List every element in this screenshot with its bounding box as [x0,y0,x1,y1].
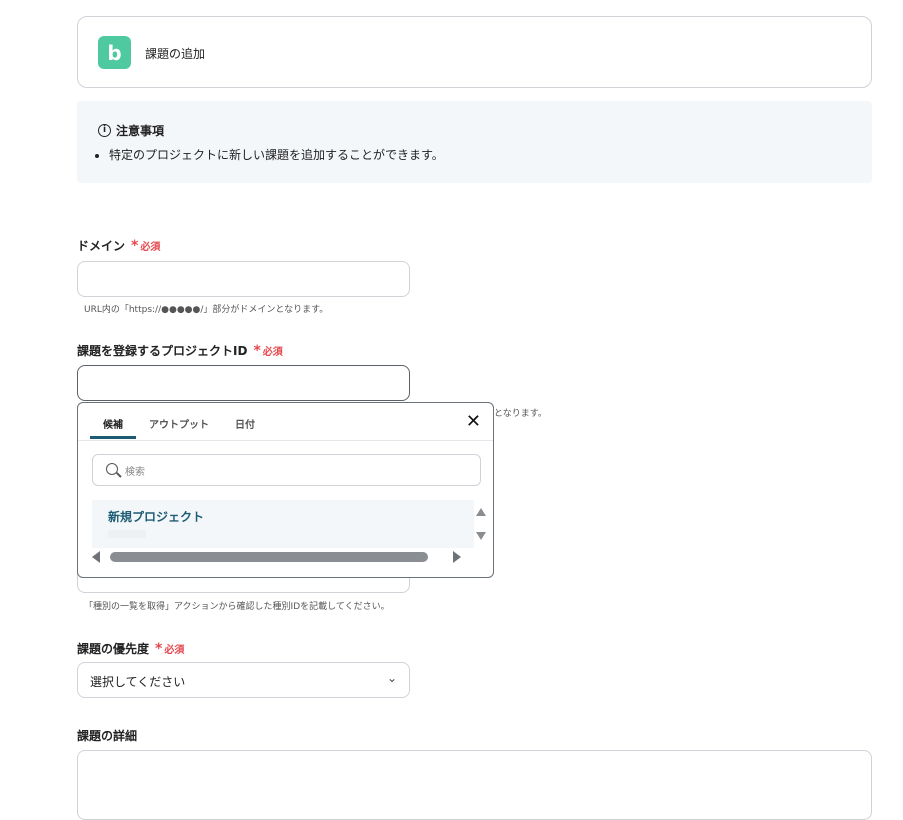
priority-label-text: 課題の優先度 [77,642,150,656]
project-id-label: 課題を登録するプロジェクトID * 必須 [77,342,283,359]
domain-label-text: ドメイン [77,239,126,253]
action-title: 課題の追加 [145,47,206,61]
tab-output[interactable]: アウトプット [136,403,222,439]
notice-box: i 注意事項 特定のプロジェクトに新しい課題を追加することができます。 [77,101,872,183]
required-asterisk-icon: * [155,640,163,657]
description-label-text: 課題の詳細 [77,729,138,743]
tab-date[interactable]: 日付 [222,403,268,439]
issue-type-hint: 「種別の一覧を取得」アクションから確認した種別IDを記載してください。 [84,602,390,612]
domain-label: ドメイン * 必須 [77,237,160,254]
scroll-right-icon[interactable] [453,551,461,563]
app-header-card: b 課題の追加 [77,16,872,88]
priority-label: 課題の優先度 * 必須 [77,640,184,657]
search-placeholder: 検索 [125,467,145,478]
required-badge: * 必須 [131,237,161,254]
description-textarea[interactable] [77,750,872,820]
required-text: 必須 [140,242,161,253]
option-list: 新規プロジェクト [92,500,474,548]
required-badge: * 必須 [253,342,283,359]
info-icon: i [98,124,111,137]
priority-select[interactable]: 選択してください ⌄ [77,662,410,698]
description-label: 課題の詳細 [77,727,137,744]
chevron-down-icon: ⌄ [386,671,397,685]
required-badge: * 必須 [155,640,185,657]
dropdown-tabs: 候補 アウトプット 日付 [90,403,268,441]
project-id-input[interactable] [77,365,410,401]
required-asterisk-icon: * [253,342,261,359]
notice-title: 注意事項 [116,124,165,138]
notice-item: 特定のプロジェクトに新しい課題を追加することができます。 [109,146,444,163]
tab-candidates[interactable]: 候補 [90,403,136,439]
project-id-hint-tail: となります。 [494,409,547,419]
dropdown-search-input[interactable]: 検索 [92,454,481,486]
project-id-label-text: 課題を登録するプロジェクトID [77,344,248,358]
horizontal-scrollbar-thumb[interactable] [110,552,428,562]
domain-hint: URL内の「https://●●●●●/」部分がドメインとなります。 [84,305,329,315]
required-asterisk-icon: * [131,237,139,254]
priority-selected-value: 選択してください [90,675,186,689]
option-sublabel [108,530,146,538]
tab-divider [78,440,493,441]
option-label: 新規プロジェクト [108,510,205,524]
notice-list: 特定のプロジェクトに新しい課題を追加することができます。 [91,146,444,163]
domain-input[interactable] [77,261,410,297]
scroll-down-icon[interactable] [476,532,486,540]
required-text: 必須 [262,347,283,358]
required-text: 必須 [164,645,185,656]
search-icon [106,463,118,475]
notice-header: i 注意事項 [98,122,164,139]
candidate-dropdown: 候補 アウトプット 日付 ✕ 検索 新規プロジェクト [77,402,494,578]
close-icon[interactable]: ✕ [466,413,481,431]
scroll-left-icon[interactable] [92,551,100,563]
backlog-logo-icon: b [98,36,131,69]
scroll-up-icon[interactable] [476,508,486,516]
